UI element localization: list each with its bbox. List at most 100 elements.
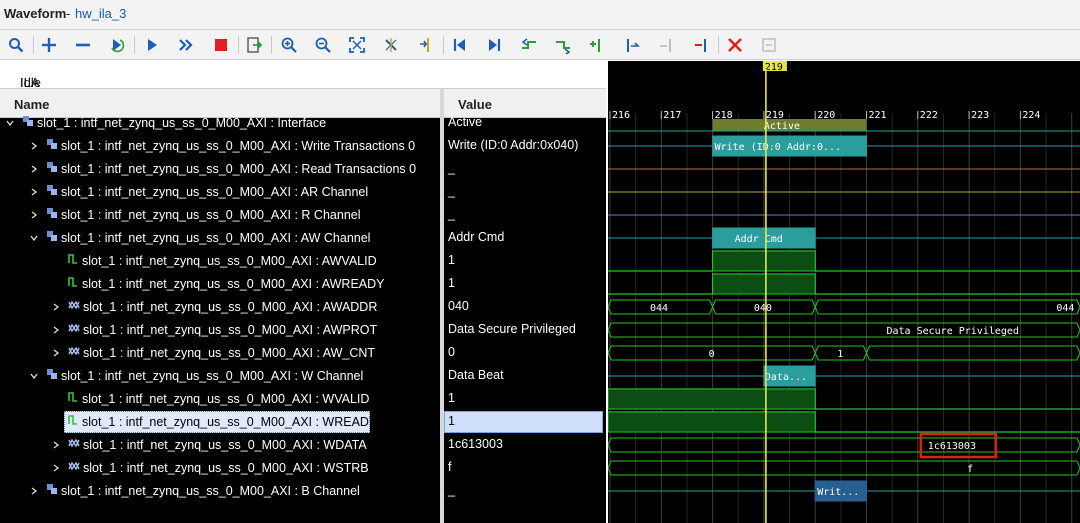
snap-icon [762, 38, 776, 52]
add-marker-button[interactable] [585, 33, 609, 57]
signal-value: 040 [448, 299, 469, 313]
signal-name: slot_1 : intf_net_zynq_us_ss_0_M00_AXI :… [61, 184, 369, 199]
chevron-right-icon[interactable] [52, 461, 68, 475]
chevron-down-icon[interactable] [30, 231, 46, 245]
signal-name: slot_1 : intf_net_zynq_us_ss_0_M00_AXI :… [83, 460, 369, 475]
chevron-right-icon[interactable] [52, 438, 68, 452]
signal-row[interactable]: slot_1 : intf_net_zynq_us_ss_0_M00_AXI :… [0, 112, 606, 135]
marker-icon [420, 38, 429, 52]
window-subtitle[interactable]: hw_ila_3 [75, 6, 126, 21]
signal-name: slot_1 : intf_net_zynq_us_ss_0_M00_AXI :… [61, 483, 360, 498]
cursor-button[interactable] [379, 33, 403, 57]
ila-status-bar: ILA Status: Idle [0, 61, 606, 105]
export-icon [247, 37, 263, 53]
signal-row[interactable]: slot_1 : intf_net_zynq_us_ss_0_M00_AXI :… [0, 365, 606, 388]
next-transition-icon [556, 41, 571, 54]
next-marker-button[interactable] [654, 33, 678, 57]
signal-row[interactable]: slot_1 : intf_net_zynq_us_ss_0_M00_AXI :… [0, 296, 606, 319]
tick-label: 216 [612, 110, 630, 121]
chevron-right-icon[interactable] [52, 300, 68, 314]
interface-icon [22, 115, 34, 130]
waveform-panel[interactable]: 216 217 218 219 220 221 222 223 224 219 Active Writ… [608, 61, 1080, 523]
add-marker-icon [590, 39, 600, 52]
signal-row[interactable]: slot_1 : intf_net_zynq_us_ss_0_M00_AXI :… [0, 227, 606, 250]
signal-value: 1 [448, 253, 455, 267]
signal-row[interactable]: slot_1 : intf_net_zynq_us_ss_0_M00_AXI :… [0, 342, 606, 365]
signal-row[interactable]: slot_1 : intf_net_zynq_us_ss_0_M00_AXI :… [0, 457, 606, 480]
signal-row[interactable]: slot_1 : intf_net_zynq_us_ss_0_M00_AXI :… [0, 158, 606, 181]
signal-name: slot_1 : intf_net_zynq_us_ss_0_M00_AXI :… [61, 230, 371, 245]
signal-name: slot_1 : intf_net_zynq_us_ss_0_M00_AXI :… [61, 207, 361, 222]
awcnt-value: 1 [837, 349, 843, 360]
zoom-out-button[interactable] [311, 33, 335, 57]
signal-name: slot_1 : intf_net_zynq_us_ss_0_M00_AXI :… [61, 138, 416, 153]
tick-label: 224 [1022, 110, 1040, 121]
stop-button[interactable] [209, 33, 233, 57]
signal-row[interactable]: slot_1 : intf_net_zynq_us_ss_0_M00_AXI :… [0, 411, 606, 434]
toolbar-separator [271, 36, 272, 54]
run-continuous-button[interactable] [174, 33, 198, 57]
cursor-icon [385, 38, 397, 52]
tick-label: 222 [920, 110, 938, 121]
marker-button[interactable] [414, 33, 438, 57]
run-button[interactable] [140, 33, 164, 57]
title-separator: - [66, 6, 71, 21]
signal-row[interactable]: slot_1 : intf_net_zynq_us_ss_0_M00_AXI :… [0, 250, 606, 273]
signal-value: Data Beat [448, 368, 504, 382]
chevron-right-icon[interactable] [52, 346, 68, 360]
signal-row[interactable]: slot_1 : intf_net_zynq_us_ss_0_M00_AXI :… [0, 434, 606, 457]
chevron-down-icon[interactable] [6, 116, 22, 130]
run-trigger-immediate-button[interactable] [105, 33, 129, 57]
signal-value: Write (ID:0 Addr:0x040) [448, 138, 579, 152]
bit-high-region [608, 411, 816, 433]
export-button[interactable] [242, 33, 266, 57]
awaddr-value: 044 [1056, 303, 1074, 314]
chevron-right-icon[interactable] [30, 484, 46, 498]
chevron-right-icon[interactable] [30, 162, 46, 176]
signal-value: f [448, 460, 452, 474]
signal-name: slot_1 : intf_net_zynq_us_ss_0_M00_AXI :… [82, 414, 378, 429]
chevron-right-icon[interactable] [30, 139, 46, 153]
bus-signal-icon [68, 460, 80, 475]
signal-name: slot_1 : intf_net_zynq_us_ss_0_M00_AXI :… [37, 115, 327, 130]
waveform-canvas[interactable]: 216 217 218 219 220 221 222 223 224219ActiveWrit… [608, 61, 1080, 523]
signal-row[interactable]: slot_1 : intf_net_zynq_us_ss_0_M00_AXI :… [0, 319, 606, 342]
swap-cursors-button[interactable] [689, 33, 713, 57]
chevron-right-icon[interactable] [30, 208, 46, 222]
toolbar [0, 30, 1080, 60]
signal-row[interactable]: slot_1 : intf_net_zynq_us_ss_0_M00_AXI :… [0, 204, 606, 227]
run-trigger-immediate-icon [111, 39, 125, 53]
signal-row[interactable]: slot_1 : intf_net_zynq_us_ss_0_M00_AXI :… [0, 480, 606, 503]
signal-value: _ [448, 161, 455, 175]
minus-button[interactable] [71, 33, 95, 57]
bit-waveform [608, 250, 1080, 272]
title-bar: Waveform - hw_ila_3 [0, 0, 1080, 30]
chevron-down-icon[interactable] [30, 369, 46, 383]
bus-signal-icon [68, 322, 80, 337]
awprot-value: Data Secure Privileged [887, 326, 1019, 337]
signal-row[interactable]: slot_1 : intf_net_zynq_us_ss_0_M00_AXI :… [0, 273, 606, 296]
previous-transition-button[interactable] [517, 33, 541, 57]
bit-signal-icon [68, 391, 79, 406]
bit-waveform [608, 273, 1080, 295]
wstrb-value: f [967, 464, 973, 475]
snap-button[interactable] [757, 33, 781, 57]
delete-button[interactable] [723, 33, 747, 57]
signal-value: _ [448, 207, 455, 221]
next-transition-button[interactable] [551, 33, 575, 57]
bus-segment [608, 460, 1080, 476]
value-selection-highlight [444, 411, 603, 433]
signal-row[interactable]: slot_1 : intf_net_zynq_us_ss_0_M00_AXI :… [0, 388, 606, 411]
chevron-right-icon[interactable] [52, 323, 68, 337]
previous-marker-button[interactable] [620, 33, 644, 57]
signal-value: Data Secure Privileged [448, 322, 576, 336]
zoom-in-button[interactable] [277, 33, 301, 57]
chevron-right-icon[interactable] [30, 185, 46, 199]
go-to-end-button[interactable] [482, 33, 506, 57]
go-to-start-button[interactable] [448, 33, 472, 57]
zoom-fit-button[interactable] [345, 33, 369, 57]
search-button[interactable] [4, 33, 28, 57]
zoom-plus-button[interactable] [37, 33, 61, 57]
signal-row[interactable]: slot_1 : intf_net_zynq_us_ss_0_M00_AXI :… [0, 135, 606, 158]
signal-row[interactable]: slot_1 : intf_net_zynq_us_ss_0_M00_AXI :… [0, 181, 606, 204]
